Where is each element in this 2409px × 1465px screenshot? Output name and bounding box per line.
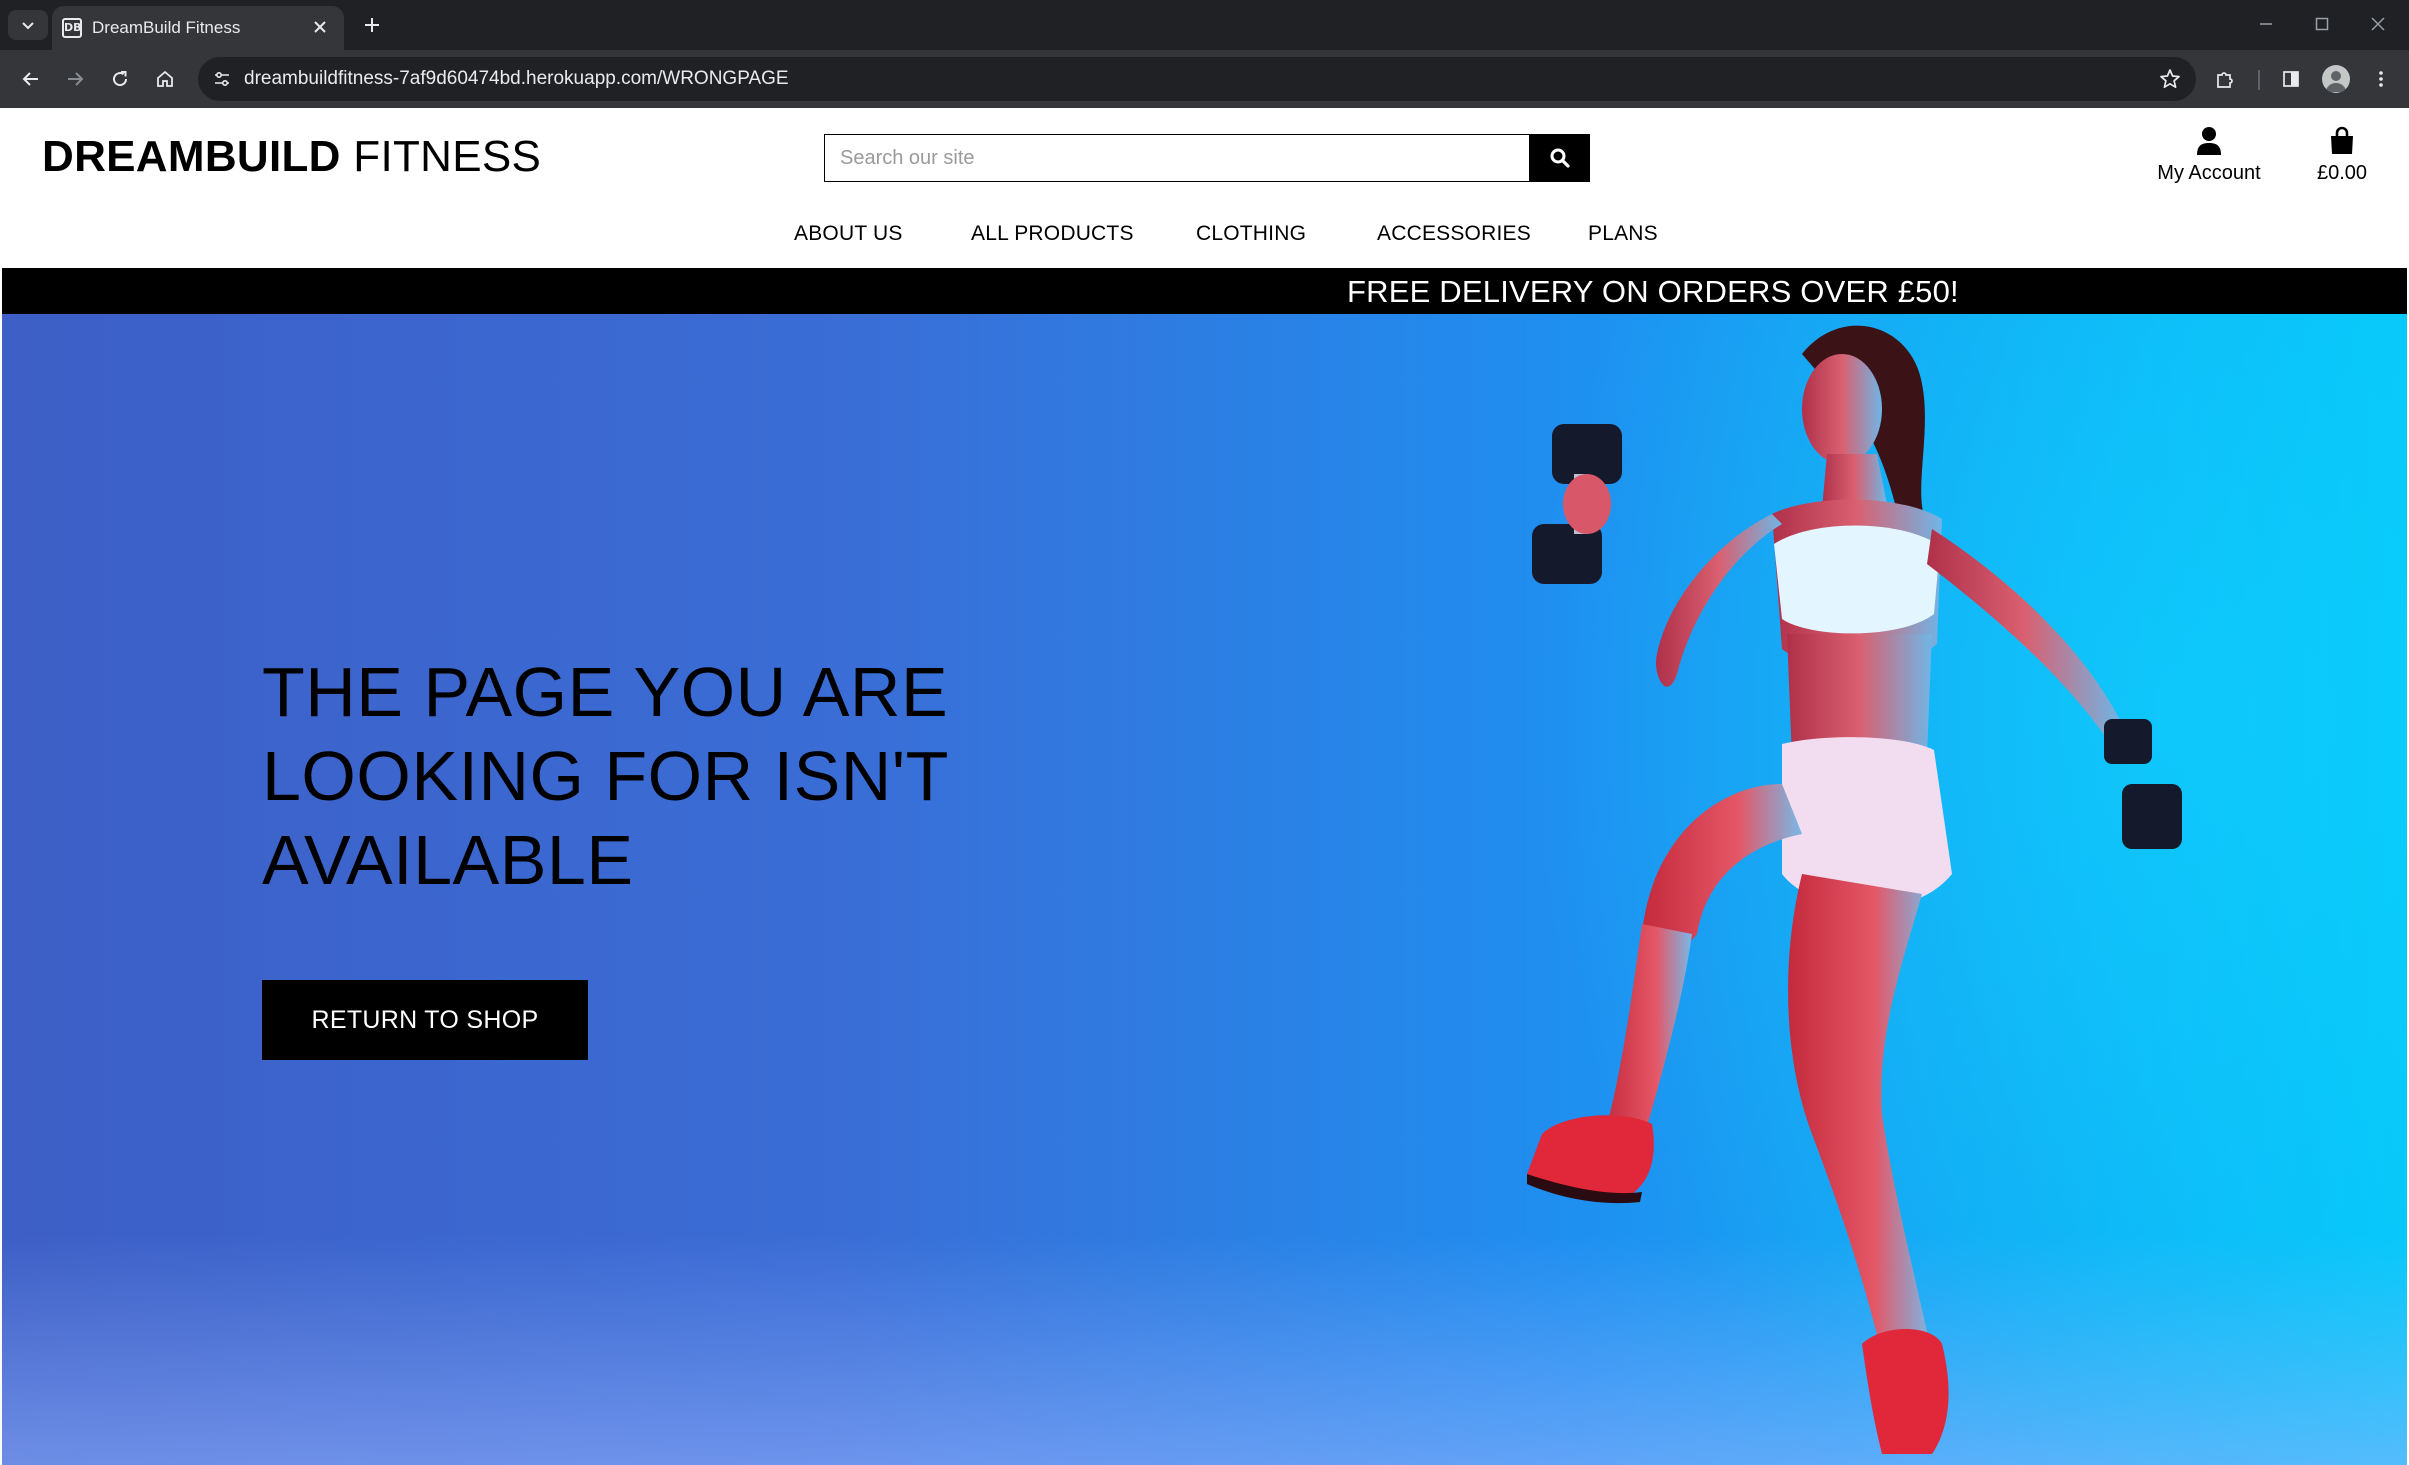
nav-item-all-products[interactable]: ALL PRODUCTS <box>971 222 1134 246</box>
error-heading: THE PAGE YOU ARE LOOKING FOR ISN'T AVAIL… <box>262 653 949 899</box>
error-hero: THE PAGE YOU ARE LOOKING FOR ISN'T AVAIL… <box>2 314 2407 1465</box>
chevron-down-icon <box>22 22 34 30</box>
favicon-icon: DB <box>62 18 82 38</box>
nav-item-plans[interactable]: PLANS <box>1588 222 1658 246</box>
close-window-button[interactable] <box>2358 8 2398 40</box>
puzzle-icon <box>2217 72 2233 88</box>
address-bar[interactable]: dreambuildfitness-7af9d60474bd.herokuapp… <box>198 57 2196 101</box>
browser-toolbar: dreambuildfitness-7af9d60474bd.herokuapp… <box>0 50 2409 108</box>
star-icon <box>2160 69 2180 89</box>
page-viewport: DREAMBUILD FITNESS My Account £0.00 <box>2 108 2407 1465</box>
tab-search-button[interactable] <box>8 10 48 40</box>
reload-button[interactable] <box>103 62 137 96</box>
tab-close-button[interactable] <box>308 15 332 39</box>
athlete-with-dumbbells-image <box>1482 314 2407 1465</box>
site-search <box>824 134 1590 182</box>
site-logo[interactable]: DREAMBUILD FITNESS <box>42 132 541 182</box>
main-navigation: ABOUT US ALL PRODUCTS CLOTHING ACCESSORI… <box>2 222 2407 256</box>
tab-title: DreamBuild Fitness <box>92 18 241 37</box>
tune-icon <box>215 71 229 87</box>
promo-banner-text: FREE DELIVERY ON ORDERS OVER £50! <box>1347 274 1959 309</box>
reload-icon <box>113 71 128 87</box>
search-input[interactable] <box>825 135 1525 181</box>
back-button[interactable] <box>14 62 48 96</box>
site-info-button[interactable] <box>206 63 238 95</box>
avatar-icon[interactable] <box>2322 65 2350 93</box>
new-tab-button[interactable] <box>356 10 388 40</box>
forward-button[interactable] <box>58 62 92 96</box>
my-account-label: My Account <box>2157 162 2261 184</box>
brand-name-bold: DREAMBUILD <box>42 132 341 181</box>
forward-arrow-icon <box>68 72 84 86</box>
maximize-icon <box>2315 17 2329 31</box>
nav-item-clothing[interactable]: CLOTHING <box>1196 222 1306 246</box>
search-button[interactable] <box>1529 134 1590 182</box>
back-arrow-icon <box>22 72 38 86</box>
home-button[interactable] <box>148 62 182 96</box>
browser-tab-strip: DB DreamBuild Fitness <box>0 0 2409 50</box>
brand-name-light: FITNESS <box>353 132 542 181</box>
maximize-button[interactable] <box>2302 8 2342 40</box>
browser-tab-active[interactable]: DB DreamBuild Fitness <box>52 6 344 50</box>
delivery-promo-banner: FREE DELIVERY ON ORDERS OVER £50! <box>2 268 2407 314</box>
toolbar-divider <box>2258 70 2260 90</box>
cart-link[interactable]: £0.00 <box>2302 126 2382 185</box>
home-icon <box>157 70 173 87</box>
minimize-icon <box>2260 23 2272 25</box>
bookmark-button[interactable] <box>2154 63 2186 95</box>
minimize-button[interactable] <box>2246 8 2286 40</box>
extensions-button[interactable] <box>2208 62 2242 96</box>
close-icon <box>2371 17 2385 31</box>
search-icon <box>1550 148 1570 168</box>
url-text[interactable]: dreambuildfitness-7af9d60474bd.herokuapp… <box>244 68 789 90</box>
shopping-bag-icon <box>2331 126 2353 154</box>
cart-total: £0.00 <box>2316 162 2368 184</box>
side-panel-icon <box>2283 71 2299 87</box>
nav-item-accessories[interactable]: ACCESSORIES <box>1377 222 1531 246</box>
plus-icon <box>365 18 379 32</box>
side-panel-button[interactable] <box>2274 62 2308 96</box>
close-icon <box>314 21 326 33</box>
my-account-link[interactable]: My Account <box>2148 126 2270 185</box>
return-to-shop-button[interactable]: RETURN TO SHOP <box>262 980 588 1060</box>
nav-item-about-us[interactable]: ABOUT US <box>794 222 903 246</box>
user-icon <box>2197 127 2221 155</box>
browser-menu-button[interactable] <box>2364 62 2398 96</box>
kebab-menu-icon <box>2379 71 2383 87</box>
